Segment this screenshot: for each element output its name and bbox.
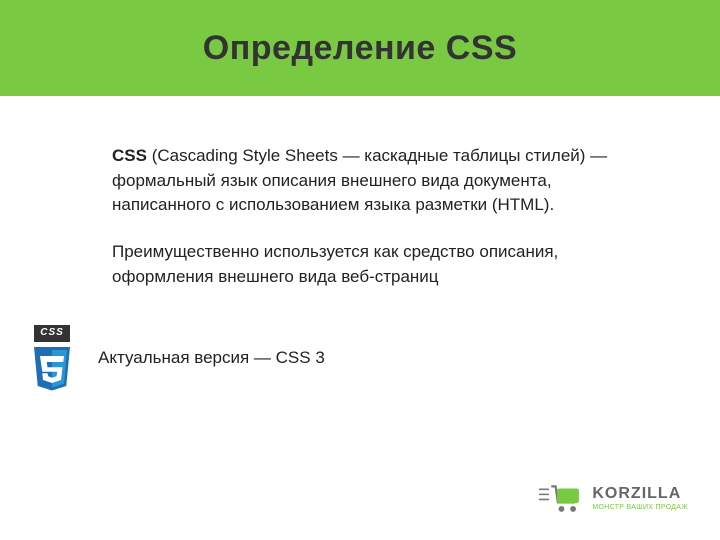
brand-footer: KORZILLA МОНСТР ВАШИХ ПРОДАЖ — [538, 482, 688, 514]
brand-text: KORZILLA МОНСТР ВАШИХ ПРОДАЖ — [592, 486, 688, 511]
content-area: CSS (Cascading Style Sheets — каскадные … — [0, 96, 720, 392]
css3-shield-icon — [28, 344, 76, 392]
page-title: Определение CSS — [203, 29, 517, 68]
brand-tagline: МОНСТР ВАШИХ ПРОДАЖ — [592, 504, 688, 511]
cart-icon — [538, 482, 582, 514]
version-row: CSS Актуальная версия — CSS 3 — [24, 325, 640, 392]
brand-name: KORZILLA — [592, 486, 688, 502]
title-bar: Определение CSS — [0, 0, 720, 96]
css3-logo-icon: CSS — [24, 325, 80, 392]
definition-text: (Cascading Style Sheets — каскадные табл… — [112, 146, 607, 214]
definition-paragraph: CSS (Cascading Style Sheets — каскадные … — [112, 144, 640, 218]
version-text: Актуальная версия — CSS 3 — [98, 346, 325, 371]
usage-paragraph: Преимущественно используется как средств… — [112, 240, 640, 289]
css3-badge-label: CSS — [34, 325, 70, 342]
css-term: CSS — [112, 146, 147, 165]
